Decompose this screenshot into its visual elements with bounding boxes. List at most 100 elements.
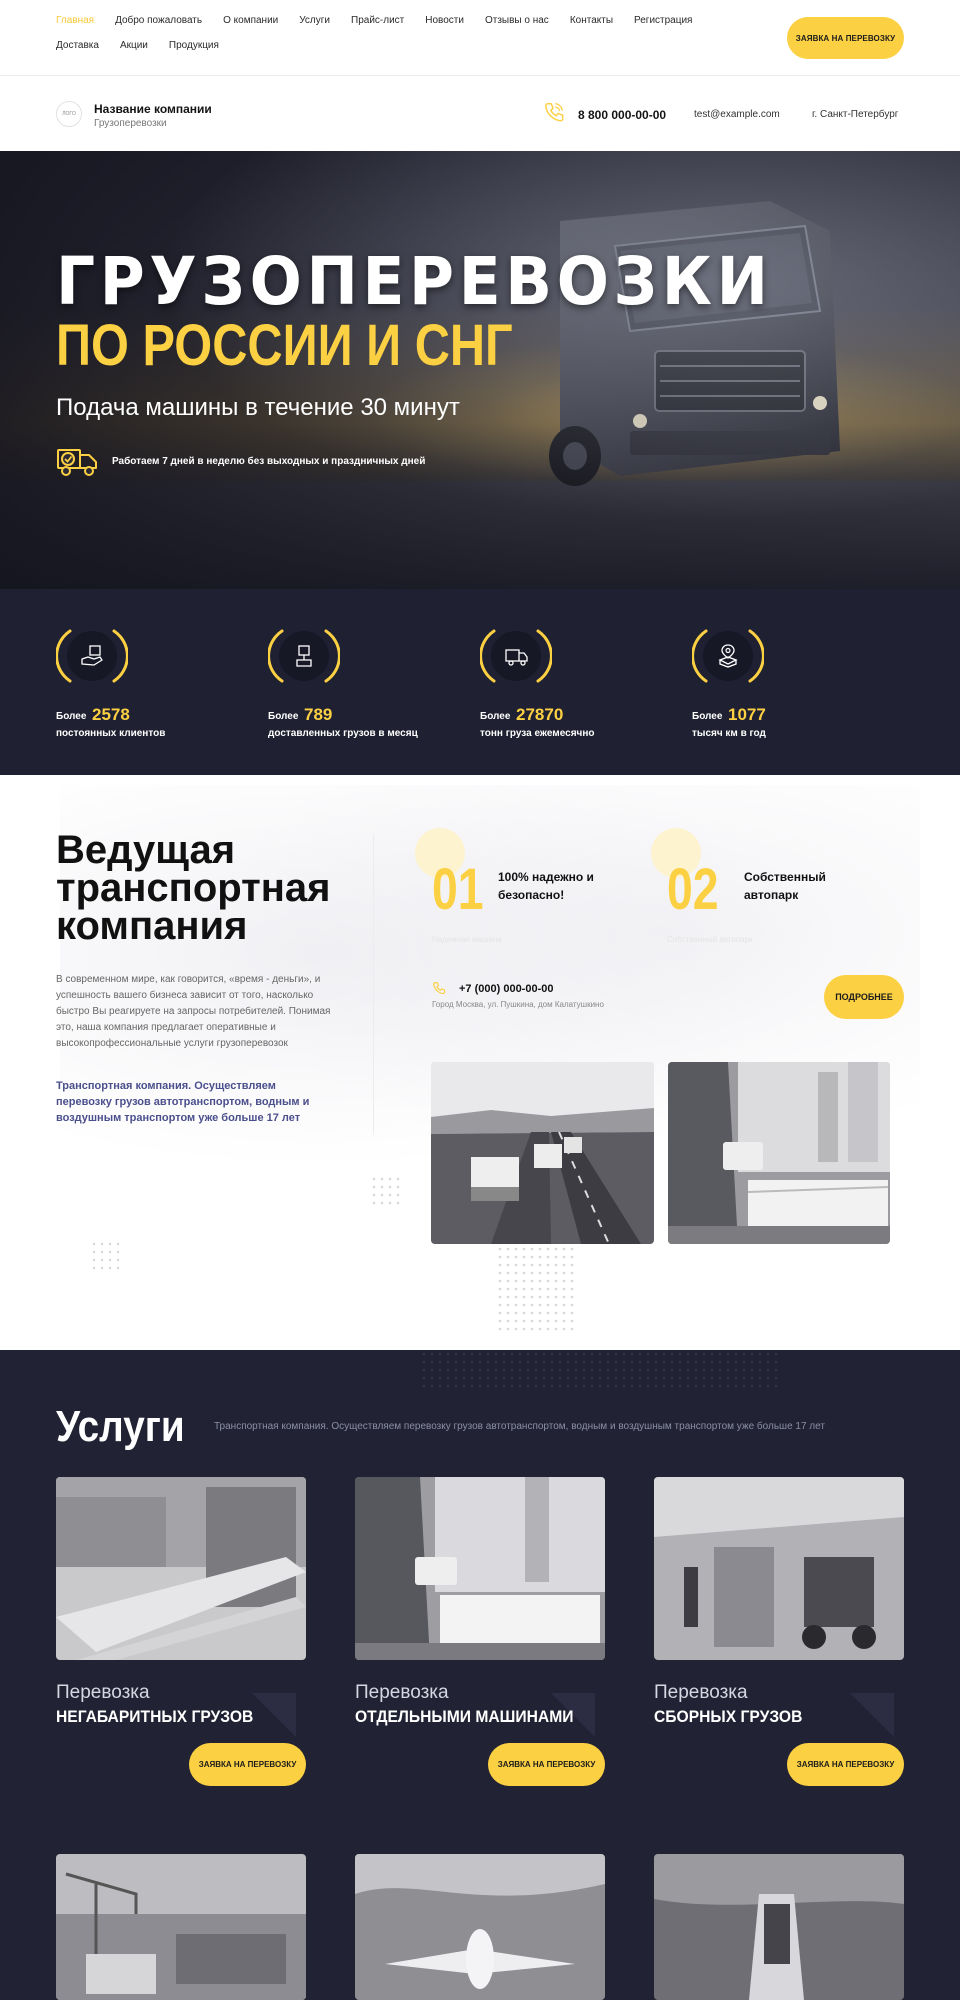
oversized-cargo-photo (56, 1477, 306, 1660)
stats-section: Более 2578 постоянных клиентов Более 789… (0, 589, 960, 775)
stat-prefix: Более (56, 711, 87, 722)
about-accent-text: Транспортная компания. Осуществляем пере… (56, 1080, 310, 1124)
feature-text-line: безопасно! (498, 888, 565, 902)
nav-item-about[interactable]: О компании (223, 14, 278, 27)
dots-decoration (370, 1175, 402, 1207)
phone-icon (433, 982, 446, 995)
about-text: В современном мире, как говорится, «врем… (56, 974, 331, 1049)
parcel-stand-icon (296, 645, 312, 667)
service-line1: Перевозка (355, 1682, 449, 1703)
nav-item-promotions[interactable]: Акции (120, 39, 148, 52)
port-cargo-photo (56, 1854, 306, 2000)
stat-description: доставленных грузов в месяц (268, 728, 418, 739)
services-subtitle: Транспортная компания. Осуществляем пере… (214, 1421, 825, 1432)
service-line2: ОТДЕЛЬНЫМИ МАШИНАМИ (355, 1707, 574, 1726)
hero-title: ГРУЗОПЕРЕВОЗКИ (56, 243, 773, 320)
dots-decoration (496, 1245, 576, 1335)
hero-banner: ГРУЗОПЕРЕВОЗКИ ПО РОССИИ И СНГ Подача ма… (0, 151, 960, 589)
stat-icon-circle (67, 631, 117, 681)
services-section: Услуги Транспортная компания. Осуществля… (0, 1350, 960, 2000)
company-name: Название компании (94, 102, 212, 116)
nav-menu: Главная Добро пожаловать О компании Услу… (56, 14, 756, 52)
highway-trucks-photo (431, 1062, 654, 1244)
nav-item-home[interactable]: Главная (56, 14, 94, 27)
header-email[interactable]: test@example.com (694, 109, 780, 120)
nav-request-button[interactable]: Заявка на перевозку (787, 17, 904, 59)
about-title-line: компания (56, 904, 248, 948)
stat-description: тонн груза ежемесячно (480, 728, 595, 739)
service-line2: СБОРНЫХ ГРУЗОВ (654, 1707, 803, 1726)
about-phone[interactable]: +7 (000) 000-00-00 (459, 983, 553, 995)
nav-item-contacts[interactable]: Контакты (570, 14, 613, 27)
service-request-button[interactable]: Заявка на перевозку (488, 1743, 605, 1786)
nav-item-delivery[interactable]: Доставка (56, 39, 99, 52)
service-line2: НЕГАБАРИТНЫХ ГРУЗОВ (56, 1707, 254, 1726)
about-title-line: Ведущая (56, 828, 236, 872)
nav-item-pricelist[interactable]: Прайс-лист (351, 14, 404, 27)
service-request-button[interactable]: Заявка на перевозку (189, 1743, 306, 1786)
sea-cargo-photo (654, 1854, 904, 2000)
stat-value: 1077 (728, 705, 766, 724)
feature-text: 100% надежно и безопасно! (498, 868, 594, 904)
about-title: Ведущая транспортная компания (56, 828, 331, 948)
feature-text: Собственный автопарк (744, 868, 826, 904)
company-tagline: Грузоперевозки (94, 118, 167, 129)
stat-description: тысяч км в год (692, 728, 766, 739)
service-line1: Перевозка (654, 1682, 748, 1703)
stat-description: постоянных клиентов (56, 728, 166, 739)
stat-item-tonnage: Более 27870 тонн груза ежемесячно (480, 627, 680, 747)
service-request-button[interactable]: Заявка на перевозку (787, 1743, 904, 1786)
feature-text-line: автопарк (744, 888, 799, 902)
stat-icon-circle (279, 631, 329, 681)
company-logo[interactable]: ЛОГО (56, 101, 82, 127)
stat-value: 27870 (516, 705, 564, 724)
stat-item-distance: Более 1077 тысяч км в год (692, 627, 892, 747)
feature-text-line: 100% надежно и (498, 870, 594, 884)
feature-caption: Собственный автопарк (667, 935, 753, 944)
stat-icon-circle (491, 631, 541, 681)
consolidated-cargo-photo (654, 1477, 904, 1660)
stat-item-shipments: Более 789 доставленных грузов в месяц (268, 627, 468, 747)
header-city: г. Санкт-Петербург (812, 109, 899, 120)
services-title: Услуги (56, 1402, 185, 1451)
more-button[interactable]: Подробнее (824, 975, 904, 1019)
handshake-box-icon (81, 645, 103, 666)
nav-item-welcome[interactable]: Добро пожаловать (115, 14, 202, 27)
about-address: Город Москва, ул. Пушкина, дом Калатушки… (432, 1000, 604, 1009)
service-line1: Перевозка (56, 1682, 150, 1703)
dots-decoration (420, 1350, 780, 1390)
phone-icon (545, 103, 564, 122)
about-title-line: транспортная (56, 866, 331, 910)
top-navigation: Главная Добро пожаловать О компании Услу… (0, 0, 960, 76)
stat-item-clients: Более 2578 постоянных клиентов (56, 627, 256, 747)
nav-item-reviews[interactable]: Отзывы о нас (485, 14, 549, 27)
nav-item-products[interactable]: Продукция (169, 39, 219, 52)
stat-prefix: Более (268, 711, 299, 722)
nav-item-news[interactable]: Новости (425, 14, 464, 27)
feature-number: 01 (432, 857, 484, 922)
feature-caption: Надежная машина (432, 935, 502, 944)
air-cargo-photo (355, 1854, 605, 2000)
hero-schedule-note: Работаем 7 дней в неделю без выходных и … (112, 456, 426, 467)
stat-prefix: Более (480, 711, 511, 722)
header-phone[interactable]: 8 800 000-00-00 (578, 108, 666, 122)
hero-subtitle: Подача машины в течение 30 минут (56, 394, 460, 421)
stat-prefix: Более (692, 711, 723, 722)
nav-item-registration[interactable]: Регистрация (634, 14, 692, 27)
separate-vehicles-photo (355, 1477, 605, 1660)
delivery-truck-icon (57, 449, 97, 476)
corner-decoration (252, 1693, 296, 1737)
truck-box-icon (505, 649, 528, 666)
feature-number: 02 (667, 857, 719, 922)
location-box-icon (718, 644, 738, 668)
dots-decoration (90, 1240, 122, 1272)
fleet-photo (668, 1062, 890, 1244)
contact-bar: ЛОГО Название компании Грузоперевозки 8 … (0, 77, 960, 151)
corner-decoration (850, 1693, 894, 1737)
hero-title-accent: ПО РОССИИ И СНГ (56, 313, 513, 378)
stat-value: 2578 (92, 705, 130, 724)
stat-icon-circle (703, 631, 753, 681)
nav-item-services[interactable]: Услуги (299, 14, 330, 27)
about-divider (373, 835, 374, 1135)
feature-text-line: Собственный (744, 870, 826, 884)
